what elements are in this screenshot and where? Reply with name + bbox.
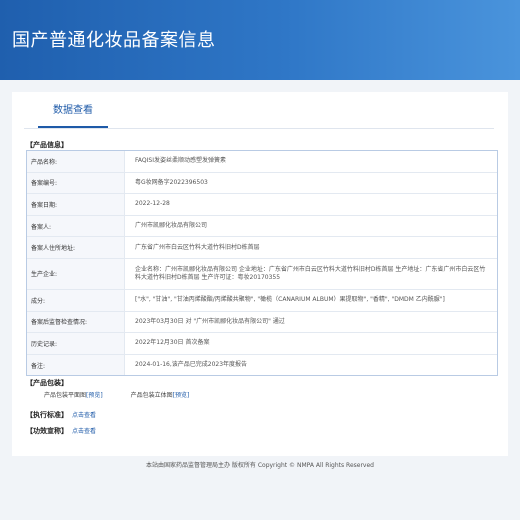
packaging-stereo-group: 产品包装立体图[预览] [131, 392, 190, 399]
row-label: 备案人: [27, 215, 125, 237]
row-value: 广东省广州市白云区竹料大道竹料旧村D栋首层 [135, 243, 260, 251]
table-row: 备案人住所地址: 广东省广州市白云区竹料大道竹料旧村D栋首层 [27, 237, 497, 259]
table-row: 备注: 2024-01-16,该产品已完成2023年度报告 [27, 354, 497, 376]
table-row: 产品名称: FAQISI发姿丝柔顺动感塑发弹簧素 [27, 151, 497, 173]
row-value: 企业名称：广州市凯郦化妆品有限公司 企业地址：广东省广州市白云区竹料大道竹料旧村… [135, 265, 486, 281]
row-label: 备案后监督检查情况: [27, 311, 125, 333]
row-label: 成分: [27, 289, 125, 311]
efficacy-line: 【功效宣称】 点击查看 [26, 426, 96, 436]
row-value: 粤G妆网备字2022396503 [135, 178, 208, 186]
row-value: 广州市凯郦化妆品有限公司 [135, 222, 208, 230]
efficacy-heading: 【功效宣称】 [26, 427, 68, 435]
row-label: 产品名称: [27, 151, 125, 172]
standard-view-link[interactable]: 点击查看 [72, 412, 96, 419]
row-label: 历史记录: [27, 333, 125, 354]
row-value: ["水", "甘油", "甘油丙烯酸酯/丙烯酸共聚物", "橄榄（CANARIU… [135, 296, 445, 304]
packaging-flat-group: 产品包装平面图[预览] [44, 392, 105, 399]
row-value: 2022-12-28 [135, 200, 170, 208]
packaging-flat-label: 产品包装平面图 [44, 392, 87, 399]
product-info-heading: 【产品信息】 [26, 141, 68, 149]
table-row: 历史记录: 2022年12月30日 首次备案 [27, 333, 497, 355]
packaging-stereo-label: 产品包装立体图 [130, 392, 173, 399]
row-value: 2022年12月30日 首次备案 [135, 339, 210, 347]
preview-flat-link[interactable]: [预览] [86, 392, 103, 399]
content-card: 数据查看 【产品信息】 产品名称: FAQISI发姿丝柔顺动感塑发弹簧素 备案编… [12, 92, 508, 456]
packaging-heading: 【产品包装】 [26, 379, 68, 387]
table-row: 生产企业: 企业名称：广州市凯郦化妆品有限公司 企业地址：广东省广州市白云区竹料… [27, 258, 497, 290]
row-label: 备案编号: [27, 172, 125, 194]
table-row: 备案人: 广州市凯郦化妆品有限公司 [27, 215, 497, 238]
tab-data-view[interactable]: 数据查看 [38, 92, 108, 128]
product-info-table: 产品名称: FAQISI发姿丝柔顺动感塑发弹簧素 备案编号: 粤G妆网备字202… [26, 150, 498, 377]
table-row: 备案编号: 粤G妆网备字2022396503 [27, 172, 497, 195]
efficacy-view-link[interactable]: 点击查看 [72, 428, 96, 435]
row-value: 2024-01-16,该产品已完成2023年度报告 [135, 361, 248, 368]
table-row: 成分: ["水", "甘油", "甘油丙烯酸酯/丙烯酸共聚物", "橄榄（CAN… [27, 289, 497, 312]
table-row: 备案后监督检查情况: 2023年03月30日 对 "广州市凯郦化妆品有限公司" … [27, 311, 497, 334]
table-row: 备案日期: 2022-12-28 [27, 194, 497, 216]
row-label: 备案人住所地址: [27, 237, 125, 258]
row-label: 生产企业: [27, 258, 125, 289]
row-label: 备注: [27, 354, 125, 376]
tab-bar: 数据查看 [24, 92, 494, 129]
standard-heading: 【执行标准】 [26, 411, 68, 419]
row-value: FAQISI发姿丝柔顺动感塑发弹簧素 [135, 157, 226, 165]
standard-line: 【执行标准】 点击查看 [26, 410, 96, 420]
page-footer: 本站由国家药品监督管理局主办 版权所有 Copyright © NMPA All… [146, 462, 374, 469]
packaging-line: 产品包装平面图[预览] 产品包装立体图[预览] [44, 390, 215, 399]
page-title: 国产普通化妆品备案信息 [12, 30, 216, 51]
row-label: 备案日期: [27, 194, 125, 215]
preview-stereo-link[interactable]: [预览] [173, 392, 190, 399]
row-value: 2023年03月30日 对 "广州市凯郦化妆品有限公司" 通过 [135, 317, 285, 325]
page-banner: 国产普通化妆品备案信息 [0, 0, 520, 80]
